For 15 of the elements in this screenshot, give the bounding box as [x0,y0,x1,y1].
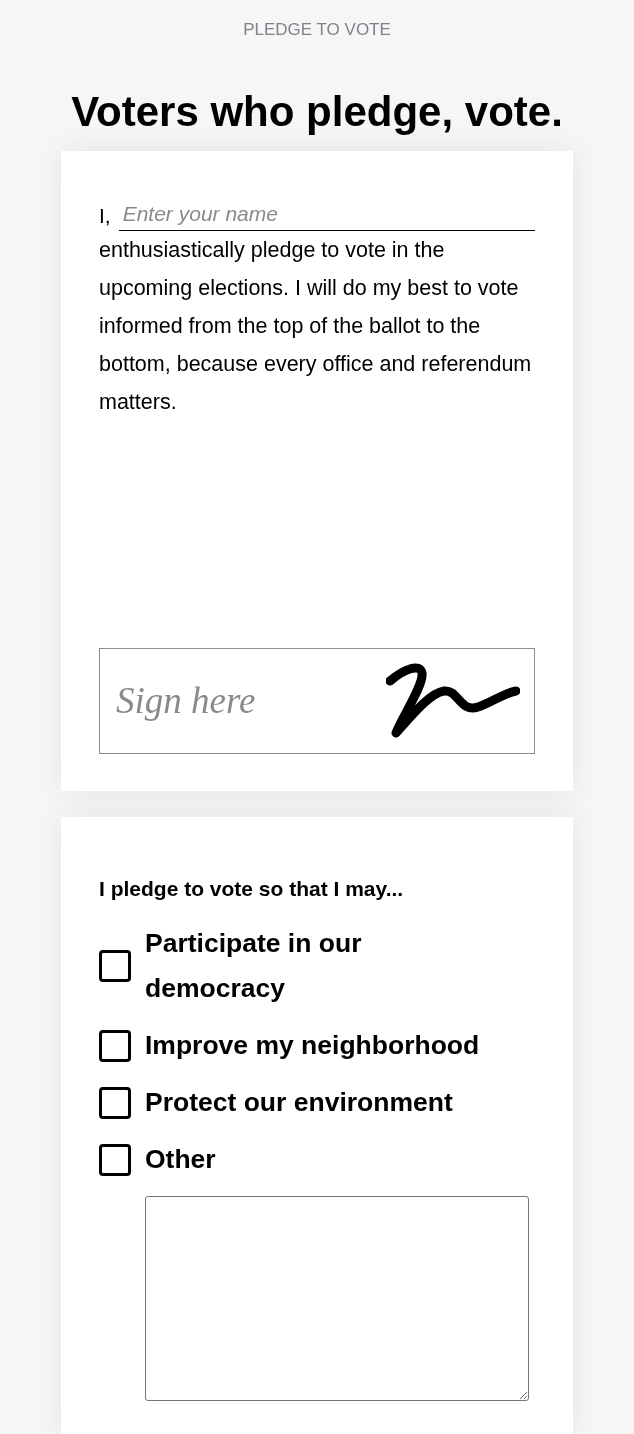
option-label: Other [145,1143,216,1176]
pledge-prefix: I, [99,203,111,229]
checkbox[interactable] [99,1086,131,1119]
checkbox[interactable] [99,950,131,982]
checkbox[interactable] [99,1143,131,1176]
page-eyebrow: PLEDGE TO VOTE [243,19,391,41]
page-title: Voters who pledge, vote. [71,87,563,137]
checkbox[interactable] [99,1029,131,1062]
name-input[interactable]: Enter your name [118,197,535,231]
option-label: Protect our environment [145,1086,453,1119]
signature-pad[interactable]: Sign here [99,648,535,754]
option-label: Participate in our democracy [145,927,363,1005]
reasons-heading: I pledge to vote so that I may... [99,876,405,902]
pledge-text: enthusiastically pledge to vote in the upcoming elections. I will do my best to vote informed from the top of the ballot to the bottom, because every office and referendum matters. [99,237,533,416]
option-label: Improve my neighborhood [145,1029,480,1062]
